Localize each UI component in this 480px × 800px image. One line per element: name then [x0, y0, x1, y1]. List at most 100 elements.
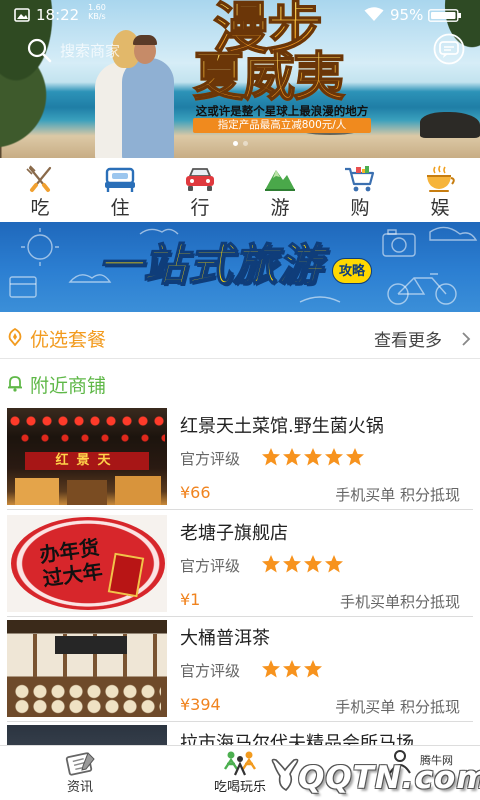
rating-label: 官方评级 — [180, 450, 241, 468]
wifi-icon — [364, 7, 384, 21]
section-divider — [0, 358, 480, 359]
network-speed-value: 1.60 — [88, 3, 106, 12]
star-icon — [304, 555, 322, 573]
star-icon — [262, 660, 280, 678]
shop-thumbnail: 红景天 — [7, 408, 167, 505]
shop-sign: 红景天 — [25, 452, 149, 470]
bed-icon — [105, 167, 135, 192]
shop-list-item[interactable]: 办年货 过大年 老塘子旗舰店 官方评级 ¥1 手机买单积分抵现 — [0, 512, 480, 617]
guide-badge: 攻略 — [332, 258, 372, 284]
category-label: 游 — [270, 197, 290, 219]
search-icon[interactable] — [26, 37, 52, 63]
shop-price: ¥394 — [180, 695, 221, 714]
couple-image — [133, 35, 157, 45]
category-eat[interactable]: 吃 — [0, 158, 80, 222]
cart-icon — [345, 166, 375, 192]
featured-section-header: 优选套餐 查看更多 — [0, 312, 480, 358]
star-rating — [261, 447, 365, 467]
network-speed: 1.60 KB/s — [88, 3, 106, 21]
carousel-dot[interactable] — [232, 141, 238, 146]
nearby-section-header: 附近商铺 — [0, 365, 480, 401]
rating-label: 官方评级 — [180, 662, 241, 680]
shop-door — [15, 478, 59, 505]
star-rating — [261, 554, 344, 574]
category-fun[interactable]: 娱 — [400, 158, 480, 222]
hero-title: 夏威夷 — [192, 48, 346, 108]
hero-subtitle: 这或许是整个星球上最浪漫的地方 — [195, 104, 369, 118]
carousel-dots — [0, 141, 480, 146]
eat-play-icon — [224, 751, 256, 776]
star-icon — [325, 448, 343, 466]
tab-news[interactable]: 资讯 — [0, 746, 160, 800]
category-label: 吃 — [30, 197, 50, 219]
lantern-decoration — [7, 414, 167, 428]
shop-name: 红景天土菜馆.野生菌火锅 — [180, 416, 384, 437]
star-icon — [346, 448, 364, 466]
watermark-site: 腾牛网 — [420, 754, 453, 767]
guide-banner-title: 一站式旅游 — [97, 240, 323, 291]
network-speed-unit: KB/s — [88, 12, 106, 21]
teacup-icon — [427, 165, 455, 192]
bell-icon — [8, 376, 22, 392]
category-stay[interactable]: 住 — [80, 158, 160, 222]
news-icon — [65, 752, 95, 776]
battery-icon — [428, 9, 461, 22]
lantern-decoration — [15, 432, 165, 444]
list-divider — [7, 509, 473, 510]
chevron-right-icon[interactable] — [461, 331, 471, 347]
category-shop[interactable]: 购 — [320, 158, 400, 222]
star-icon — [262, 555, 280, 573]
category-travel[interactable]: 行 — [160, 158, 240, 222]
shop-door — [115, 476, 161, 505]
rating-label: 官方评级 — [180, 557, 241, 575]
shop-tags: 手机买单 积分抵现 — [335, 486, 460, 504]
message-icon[interactable] — [432, 33, 466, 65]
rocks-image — [420, 112, 480, 138]
shop-thumbnail — [7, 620, 167, 717]
category-label: 娱 — [430, 197, 450, 219]
status-time: 18:22 — [36, 6, 80, 24]
bull-logo-icon — [271, 758, 299, 791]
car-icon — [186, 168, 214, 191]
tea-cakes — [13, 684, 161, 714]
star-icon — [304, 660, 322, 678]
star-icon — [262, 448, 280, 466]
fork-knife-icon — [26, 165, 52, 192]
see-more-link[interactable]: 查看更多 — [374, 326, 442, 351]
tab-label: 资讯 — [66, 780, 93, 795]
search-input[interactable]: 搜索商家 — [60, 40, 120, 61]
shop-name: 老塘子旗舰店 — [180, 523, 288, 544]
tab-label: 吃喝玩乐 — [213, 780, 266, 795]
shop-tags: 手机买单积分抵现 — [339, 593, 460, 611]
star-rating — [261, 659, 323, 679]
category-label: 购 — [350, 197, 370, 219]
shop-tags: 手机买单 积分抵现 — [335, 698, 460, 716]
shop-list-item[interactable]: 红景天 红景天土菜馆.野生菌火锅 官方评级 ¥66 手机买单 积分抵现 — [0, 405, 480, 510]
shop-price: ¥66 — [180, 483, 211, 502]
shop-price: ¥1 — [180, 590, 201, 609]
shop-door — [67, 480, 107, 505]
pin-icon — [8, 328, 22, 346]
category-tour[interactable]: 游 — [240, 158, 320, 222]
nearby-title: 附近商铺 — [30, 375, 107, 397]
battery-percent: 95% — [390, 6, 424, 24]
shop-sign — [55, 636, 127, 654]
featured-title: 优选套餐 — [30, 329, 107, 351]
shop-thumbnail: 办年货 过大年 — [7, 515, 167, 612]
category-label: 行 — [190, 197, 210, 219]
star-icon — [325, 555, 343, 573]
mountain-icon — [265, 170, 295, 191]
watermark: QQTN.com 腾牛网 — [268, 752, 480, 800]
star-icon — [283, 448, 301, 466]
star-icon — [283, 660, 301, 678]
shop-list-item[interactable]: 大桶普洱茶 官方评级 ¥394 手机买单 积分抵现 — [0, 617, 480, 722]
carousel-dot[interactable] — [242, 141, 248, 146]
hero-promo-tag: 指定产品最高立减800元/人 — [193, 118, 371, 133]
shop-name: 大桶普洱茶 — [180, 628, 270, 649]
status-bar: 18:22 1.60 KB/s 95% — [0, 0, 480, 30]
star-icon — [304, 448, 322, 466]
image-notification-icon — [14, 8, 30, 22]
category-label: 住 — [110, 197, 130, 219]
category-bar: 吃 住 行 游 购 娱 — [0, 158, 480, 222]
star-icon — [283, 555, 301, 573]
